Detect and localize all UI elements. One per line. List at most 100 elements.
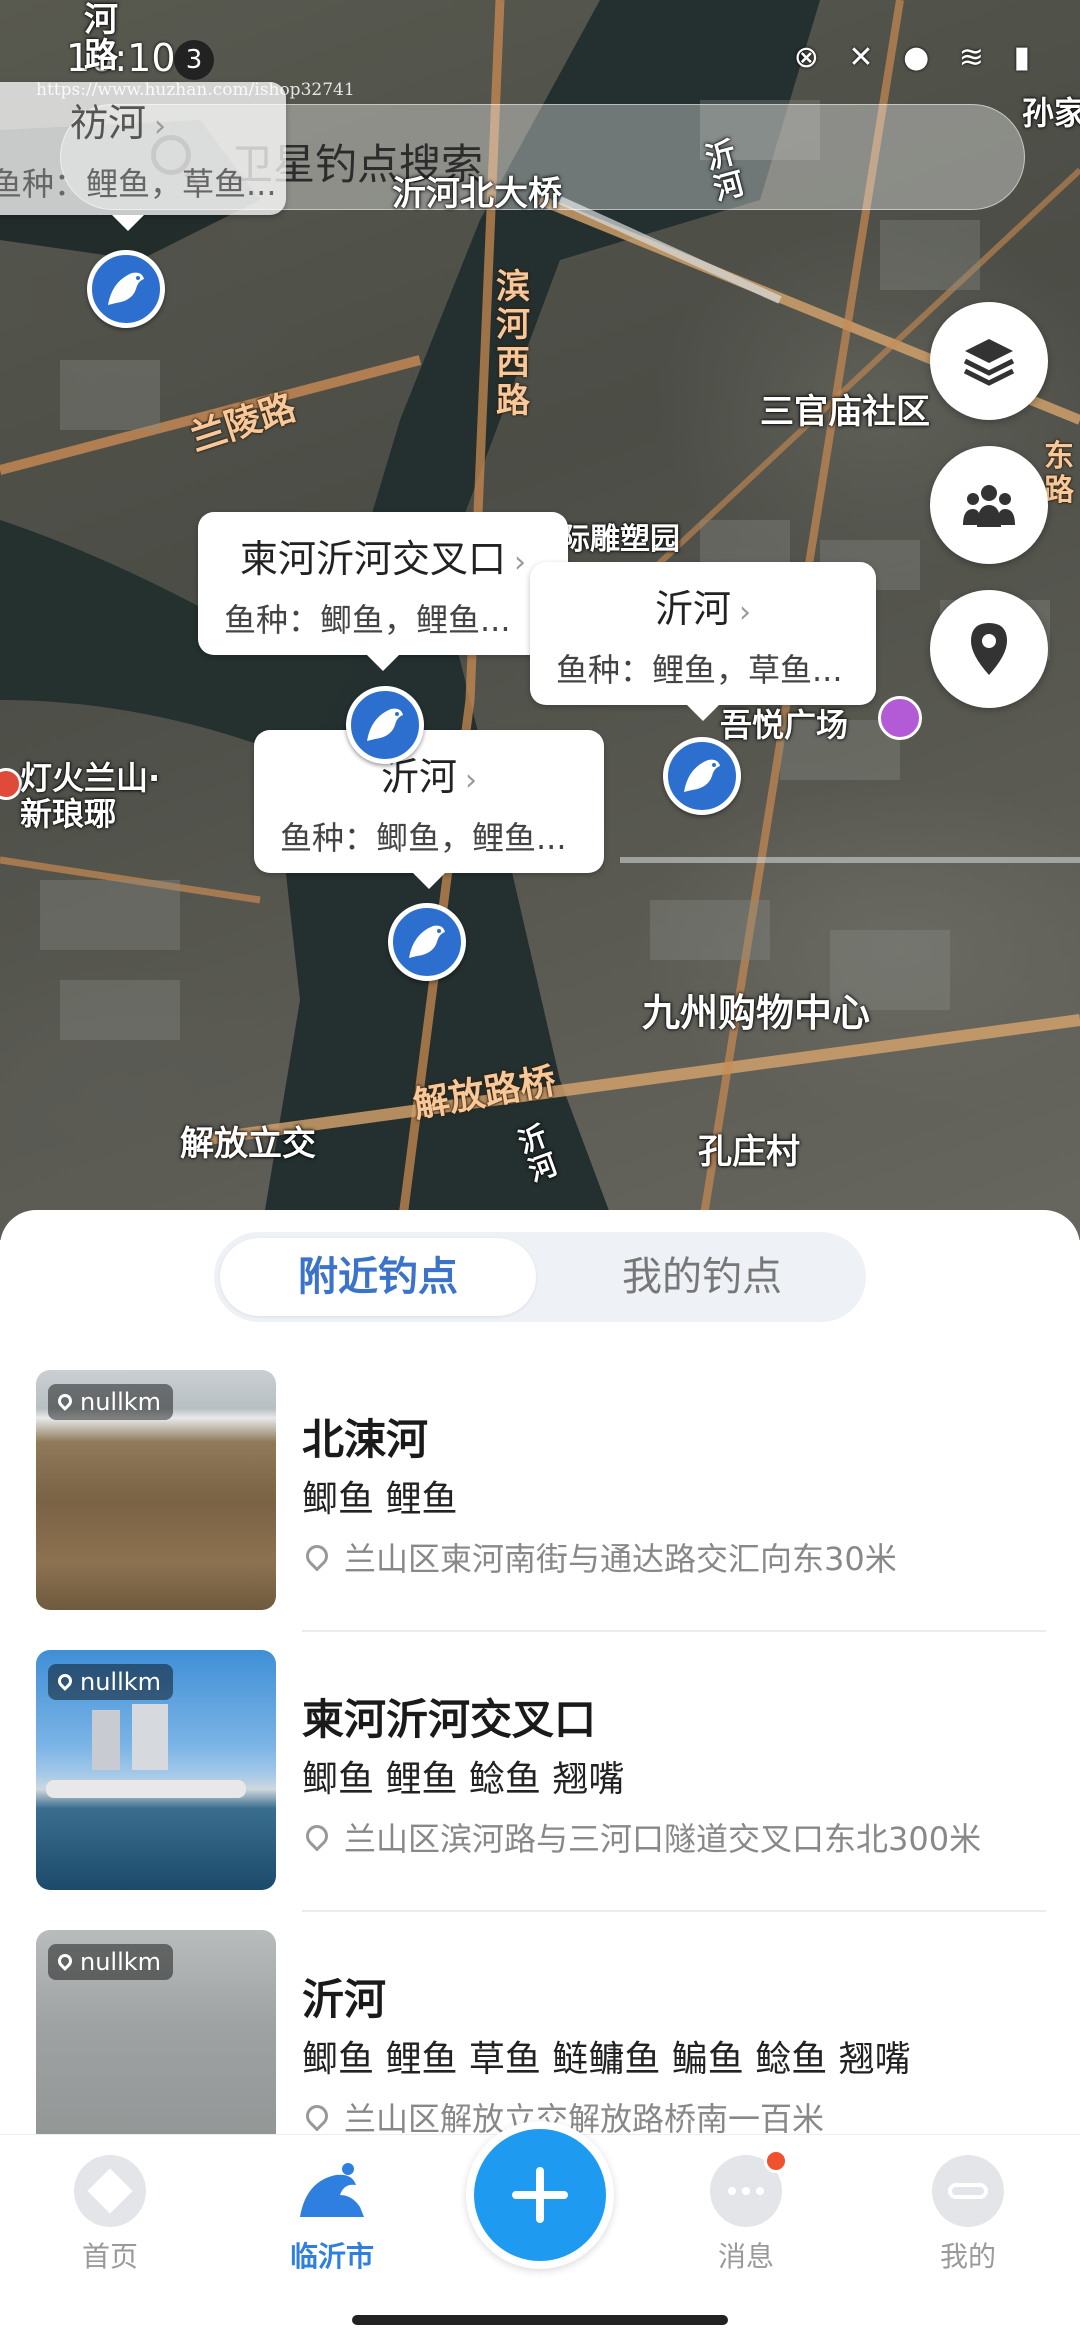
spot-fish-species: 鲫鱼 鲤鱼 草鱼 鲢鳙鱼 鳊鱼 鲶鱼 翘嘴	[302, 2039, 911, 2080]
spot-address: 兰山区柬河南街与通达路交汇向东30米	[301, 1534, 897, 1580]
wave-fish-icon	[296, 2155, 368, 2227]
chevron-right-icon: ›	[514, 545, 526, 580]
map-label-binhe-xilu: 滨 河 西 路	[496, 267, 530, 421]
fish-icon	[684, 759, 720, 792]
building-shape	[92, 1710, 120, 1770]
bridge-shape	[46, 1780, 246, 1798]
map-label-jiefang-interchange: 解放立交	[180, 1124, 316, 1164]
map-label-sun-jia: 孙家	[1022, 94, 1080, 132]
distance-text: nullkm	[80, 1668, 162, 1696]
callout-subtitle: 鱼种：鲫鱼，鲤鱼...	[224, 601, 511, 639]
callout-title: 祊河	[70, 101, 147, 145]
layers-button[interactable]	[930, 302, 1048, 420]
map-label-kongzhuang: 孔庄村	[698, 1132, 800, 1172]
fish-spot-pin[interactable]	[663, 737, 741, 815]
pin-icon	[55, 1391, 75, 1411]
location-pin-icon	[301, 1820, 333, 1852]
my-location-button[interactable]	[930, 590, 1048, 708]
home-indicator	[352, 2315, 728, 2325]
spot-thumbnail: nullkm	[36, 1370, 276, 1610]
distance-text: nullkm	[80, 1388, 162, 1416]
tab-messages[interactable]: 消息	[666, 2149, 826, 2275]
location-pin-icon	[301, 2100, 333, 2132]
home-icon	[74, 2155, 146, 2227]
chat-bubble-icon	[710, 2149, 788, 2227]
tab-home-label: 首页	[81, 2240, 138, 2273]
fish-spot-pin[interactable]	[346, 686, 424, 764]
spot-list-item[interactable]: nullkm 北涑河 鲫鱼 鲤鱼 兰山区柬河南街与通达路交汇向东30米	[0, 1370, 1080, 1650]
notification-count-badge: 3	[174, 40, 214, 80]
spot-list-item[interactable]: nullkm 柬河沂河交叉口 鲫鱼 鲤鱼 鲶鱼 翘嘴 兰山区滨河路与三河口隧道交…	[0, 1650, 1080, 1930]
spot-fish-species: 鲫鱼 鲤鱼 鲶鱼 翘嘴	[302, 1759, 625, 1800]
status-time: 10:10	[66, 36, 176, 80]
fishing-spot-sheet: 附近钓点 我的钓点 nullkm 北涑河 鲫鱼 鲤鱼 兰山区柬河南街与通达路交汇…	[0, 1210, 1080, 2140]
tab-city[interactable]: 临沂市	[252, 2155, 412, 2275]
group-icon	[963, 485, 1015, 527]
map-label-jiuzhou-mall: 九州购物中心	[642, 991, 871, 1035]
nearby-anglers-button[interactable]	[930, 446, 1048, 564]
map-label-wuyue-plaza: 吾悦广场	[720, 706, 849, 744]
tab-profile[interactable]: 我的	[888, 2155, 1048, 2275]
callout-title: 沂河	[654, 587, 731, 631]
tab-my-spots[interactable]: 我的钓点	[544, 1238, 860, 1316]
map-label-east-road: 东 路	[1044, 439, 1074, 508]
spot-callout-yihe-east[interactable]: 沂河 › 鱼种：鲤鱼，草鱼...	[530, 562, 876, 721]
building-shape	[132, 1704, 168, 1770]
fish-spot-pin[interactable]	[87, 250, 165, 328]
address-text: 兰山区滨河路与三河口隧道交叉口东北300米	[344, 1820, 982, 1858]
chevron-right-icon: ›	[739, 595, 751, 630]
spot-callout-jianhe-yihe[interactable]: 柬河沂河交叉口 › 鱼种：鲫鱼，鲤鱼...	[198, 512, 568, 671]
tab-messages-label: 消息	[717, 2240, 774, 2273]
bottom-tab-bar: 首页 临沂市 消息 我的	[0, 2121, 1080, 2340]
satellite-map[interactable]: 10:10 3 ⊗ ✕ ● ≋ ▮ https://www.huzhan.com…	[0, 0, 1080, 1240]
fish-icon	[409, 925, 445, 958]
spot-thumbnail: nullkm	[36, 1650, 276, 1890]
fishing-map-screen: 10:10 3 ⊗ ✕ ● ≋ ▮ https://www.huzhan.com…	[0, 0, 1080, 2340]
map-label-he-lu: 河 路	[84, 0, 118, 76]
chevron-right-icon: ›	[154, 109, 167, 144]
distance-text: nullkm	[80, 1948, 162, 1976]
distance-badge: nullkm	[48, 1664, 174, 1700]
fish-icon	[108, 272, 144, 305]
callout-subtitle: 鱼种：鲤鱼，草鱼...	[556, 651, 843, 689]
callout-title: 柬河沂河交叉口	[239, 537, 506, 581]
distance-badge: nullkm	[48, 1944, 174, 1980]
distance-badge: nullkm	[48, 1384, 174, 1420]
spot-name: 沂河	[302, 1975, 387, 2024]
spot-fish-species: 鲫鱼 鲤鱼	[302, 1479, 458, 1520]
callout-subtitle: 鱼种：鲫鱼，鲤鱼...	[280, 819, 567, 857]
spot-name: 北涑河	[302, 1415, 429, 1464]
tab-home[interactable]: 首页	[30, 2155, 190, 2275]
spot-thumbnail: nullkm	[36, 1930, 276, 2140]
spot-callout-yihe-center[interactable]: 沂河 › 鱼种：鲫鱼，鲤鱼...	[254, 730, 604, 889]
fish-icon	[367, 708, 403, 741]
spot-name: 柬河沂河交叉口	[302, 1695, 597, 1744]
spot-tab-switcher: 附近钓点 我的钓点	[214, 1232, 866, 1322]
shopping-poi-icon[interactable]	[878, 696, 922, 740]
map-label-diaosu-park: 际雕塑园	[560, 522, 680, 557]
spot-address: 兰山区滨河路与三河口隧道交叉口东北300米	[301, 1814, 982, 1860]
callout-subtitle: 鱼种：鲤鱼，草鱼...	[0, 165, 277, 203]
spot-list-item[interactable]: nullkm 沂河 鲫鱼 鲤鱼 草鱼 鲢鳙鱼 鳊鱼 鲶鱼 翘嘴 兰山区解放立交解…	[0, 1930, 1080, 2140]
location-icon	[971, 623, 1007, 675]
pin-icon	[55, 1951, 75, 1971]
divider	[302, 1630, 1046, 1632]
pin-icon	[55, 1671, 75, 1691]
chevron-right-icon: ›	[465, 763, 477, 798]
map-label-sanguanmiao: 三官庙社区	[760, 392, 930, 432]
tab-city-label: 临沂市	[289, 2240, 374, 2273]
map-label-denghuo: 灯火兰山· 新琅琊	[20, 759, 161, 833]
divider	[302, 1910, 1046, 1912]
tab-profile-label: 我的	[939, 2240, 996, 2273]
add-spot-button[interactable]	[466, 2121, 614, 2269]
address-text: 兰山区柬河南街与通达路交汇向东30米	[344, 1540, 897, 1578]
fish-spot-pin[interactable]	[388, 903, 466, 981]
tab-nearby-spots[interactable]: 附近钓点	[220, 1238, 536, 1316]
status-icons: ⊗ ✕ ● ≋ ▮	[793, 40, 1040, 75]
profile-icon	[932, 2155, 1004, 2227]
location-pin-icon	[301, 1540, 333, 1572]
map-label-yihe-bridge: 沂河北大桥	[392, 174, 562, 214]
spot-callout-fanghe[interactable]: 祊河 › 鱼种：鲤鱼，草鱼...	[0, 82, 286, 231]
unread-dot	[764, 2149, 788, 2173]
layers-icon	[963, 339, 1015, 386]
